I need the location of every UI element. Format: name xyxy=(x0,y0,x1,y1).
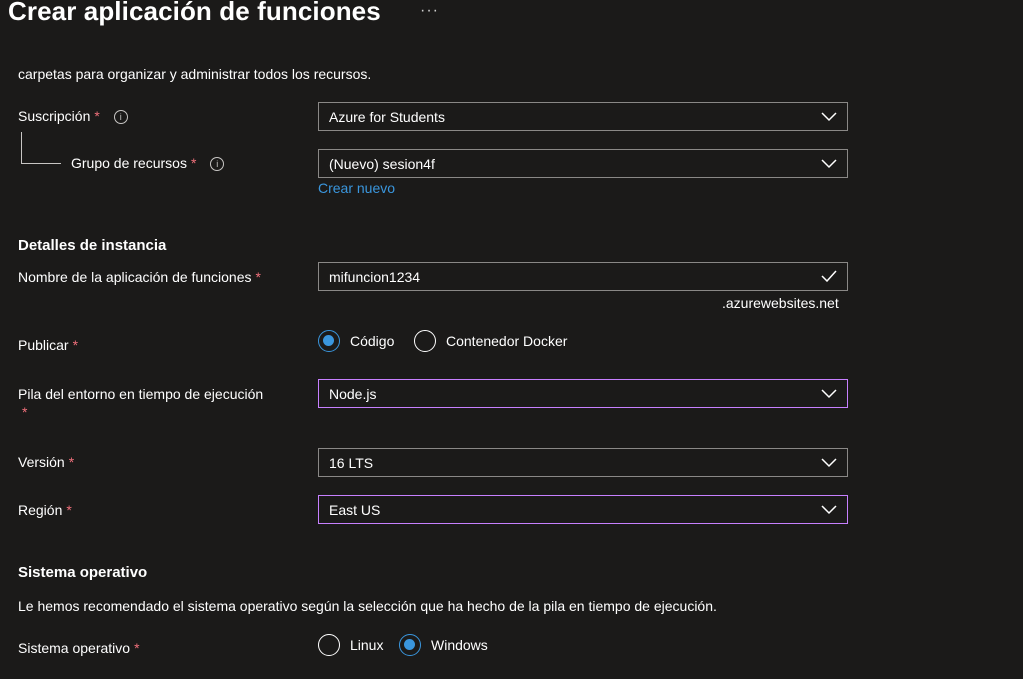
publish-docker-label[interactable]: Contenedor Docker xyxy=(446,333,567,349)
app-name-input[interactable]: mifuncion1234 xyxy=(318,262,848,291)
chevron-down-icon xyxy=(821,112,837,122)
instance-details-heading: Detalles de instancia xyxy=(18,237,167,254)
app-name-label-row: Nombre de la aplicación de funciones * xyxy=(18,269,261,285)
required-asterisk: * xyxy=(255,269,261,285)
publish-code-radio[interactable] xyxy=(318,330,340,352)
required-asterisk: * xyxy=(190,155,197,171)
os-linux-radio[interactable] xyxy=(318,634,340,656)
os-heading: Sistema operativo xyxy=(18,564,148,581)
checkmark-icon xyxy=(821,270,837,282)
subscription-value: Azure for Students xyxy=(329,109,445,125)
intro-text: carpetas para organizar y administrar to… xyxy=(18,66,372,82)
os-linux-label[interactable]: Linux xyxy=(350,637,383,653)
required-asterisk: * xyxy=(134,640,140,656)
info-icon[interactable]: i xyxy=(210,157,225,171)
required-asterisk: * xyxy=(68,454,75,470)
app-name-label: Nombre de la aplicación de funciones xyxy=(18,269,252,285)
version-label: Versión xyxy=(18,454,65,470)
tree-connector xyxy=(21,163,61,164)
chevron-down-icon xyxy=(821,159,837,169)
publish-label-row: Publicar * xyxy=(18,337,78,353)
region-value: East US xyxy=(329,502,381,518)
region-label-row: Región * xyxy=(18,502,72,518)
runtime-stack-value: Node.js xyxy=(329,386,377,402)
os-label: Sistema operativo xyxy=(18,640,131,656)
required-asterisk: * xyxy=(72,337,79,353)
runtime-stack-label: Pila del entorno en tiempo de ejecución xyxy=(18,386,264,402)
region-label: Región xyxy=(18,502,63,518)
domain-suffix: .azurewebsites.net xyxy=(722,295,839,311)
os-description: Le hemos recomendado el sistema operativ… xyxy=(18,598,717,614)
publish-code-label[interactable]: Código xyxy=(350,333,394,349)
required-asterisk: * xyxy=(94,108,100,124)
os-windows-label[interactable]: Windows xyxy=(431,637,488,653)
info-icon[interactable]: i xyxy=(113,110,128,124)
more-options-icon[interactable]: ··· xyxy=(420,2,439,20)
required-asterisk: * xyxy=(22,404,28,420)
publish-docker-radio[interactable] xyxy=(414,330,436,352)
region-dropdown[interactable]: East US xyxy=(318,495,848,524)
create-new-link[interactable]: Crear nuevo xyxy=(318,180,395,196)
os-label-row: Sistema operativo * xyxy=(18,640,140,656)
version-label-row: Versión * xyxy=(18,454,74,470)
version-dropdown[interactable]: 16 LTS xyxy=(318,448,848,477)
resource-group-value: (Nuevo) sesion4f xyxy=(329,156,435,172)
runtime-stack-dropdown[interactable]: Node.js xyxy=(318,379,848,408)
chevron-down-icon xyxy=(821,505,837,515)
page-title: Crear aplicación de funciones xyxy=(8,0,381,26)
version-value: 16 LTS xyxy=(329,455,374,471)
chevron-down-icon xyxy=(821,389,837,399)
subscription-label-row: Suscripción * i xyxy=(18,108,128,124)
app-name-value: mifuncion1234 xyxy=(329,269,421,285)
required-asterisk: * xyxy=(66,502,72,518)
tree-connector xyxy=(21,132,22,164)
resource-group-label-row: Grupo de recursos * i xyxy=(71,155,225,171)
publish-label: Publicar xyxy=(18,337,69,353)
chevron-down-icon xyxy=(821,458,837,468)
os-windows-radio[interactable] xyxy=(399,634,421,656)
subscription-label: Suscripción xyxy=(18,108,91,124)
resource-group-label: Grupo de recursos xyxy=(71,155,187,171)
resource-group-dropdown[interactable]: (Nuevo) sesion4f xyxy=(318,149,848,178)
subscription-dropdown[interactable]: Azure for Students xyxy=(318,102,848,131)
